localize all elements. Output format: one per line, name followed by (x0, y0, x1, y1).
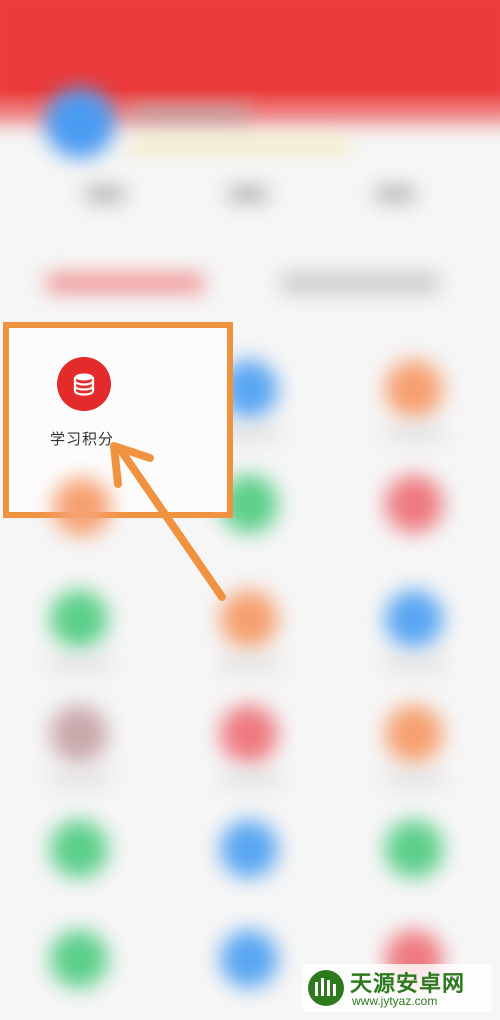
watermark-url: www.jytyaz.com (352, 994, 438, 1008)
site-logo-icon (308, 970, 344, 1006)
annotation-arrow (110, 442, 226, 601)
watermark: 天源安卓网 www.jytyaz.com (302, 964, 492, 1012)
